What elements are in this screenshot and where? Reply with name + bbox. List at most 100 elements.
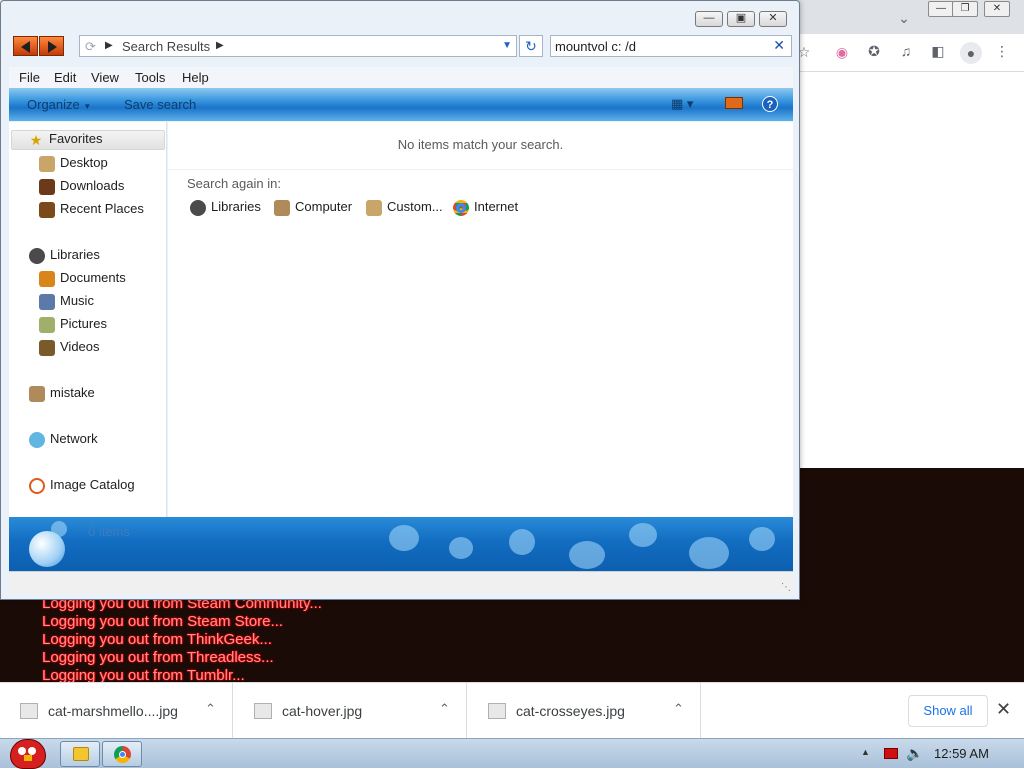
downloads-icon [39,178,55,195]
desktop-icon [39,155,55,172]
preview-pane-icon[interactable] [725,97,743,109]
nav-image-catalog[interactable]: Image Catalog [29,477,135,497]
tray-expand-icon[interactable]: ▲ [861,747,870,757]
file-list-area[interactable]: No items match your search. Search again… [168,122,793,517]
show-all-button[interactable]: Show all [908,695,988,727]
search-again-custom[interactable]: Custom... [366,199,443,217]
mistake-computer-icon [29,385,45,402]
explorer-folder-icon [73,747,89,761]
item-count: 0 items [88,524,130,539]
volume-icon[interactable]: 🔈 [906,745,923,762]
browser-restore-button[interactable]: ❐ [952,1,978,17]
extensions-puzzle-icon[interactable]: ✪ [864,43,884,59]
bubble-decoration [629,523,657,547]
details-pane: 0 items [9,517,793,571]
nav-videos[interactable]: Videos [39,339,100,359]
taskbar-explorer-button[interactable] [60,741,100,767]
nav-documents[interactable]: Documents [39,270,126,290]
clock[interactable]: 12:59 AM [934,746,989,761]
bubble-decoration [389,525,419,551]
nav-music[interactable]: Music [39,293,94,313]
menu-edit[interactable]: Edit [54,70,76,85]
no-items-message: No items match your search. [168,122,793,170]
nav-mistake[interactable]: mistake [29,385,95,405]
minimize-button[interactable]: — [695,11,723,27]
search-again-label-text: Custom... [387,199,443,214]
refresh-button[interactable]: ↻ [519,35,543,57]
search-again-computer[interactable]: Computer [274,199,352,217]
bubble-decoration [569,541,605,569]
navigation-buttons [13,36,64,56]
nav-downloads[interactable]: Downloads [39,178,124,198]
recent-places-icon [39,201,55,218]
download-item[interactable]: cat-crosseyes.jpg ⌃ [468,683,701,739]
menu-help[interactable]: Help [182,70,209,85]
breadcrumb-arrow-icon[interactable]: ▶ [216,40,224,51]
menu-tools[interactable]: Tools [135,70,165,85]
organize-button[interactable]: Organize ▼ [27,97,91,112]
chevron-up-icon[interactable]: ⌃ [205,701,216,717]
browser-minimize-button[interactable]: — [928,1,954,17]
logout-log: Logging you out from Steam Community... … [42,595,442,685]
nav-label: mistake [50,385,95,400]
search-again-label-text: Libraries [211,199,261,214]
libraries-icon [190,199,206,216]
start-button-angry-bird-icon[interactable] [4,733,48,769]
close-shelf-icon[interactable]: ✕ [996,699,1011,720]
log-line: Logging you out from Steam Store... [42,613,283,630]
chevron-up-icon[interactable]: ⌃ [439,701,450,717]
nav-pictures[interactable]: Pictures [39,316,107,336]
nav-favorites[interactable]: ★ Favorites [11,130,165,150]
side-panel-icon[interactable]: ◧ [928,43,948,59]
help-icon[interactable]: ? [762,96,778,112]
nav-recent-places[interactable]: Recent Places [39,201,144,221]
image-file-icon [254,703,272,719]
nav-label: Desktop [60,155,108,170]
search-input[interactable] [555,38,765,54]
browser-close-button[interactable]: ✕ [984,1,1010,17]
navigation-pane: ★ Favorites Desktop Downloads Recent Plac… [9,122,167,517]
nav-label: Downloads [60,178,125,193]
search-box[interactable]: ✕ [550,35,792,57]
forward-button[interactable] [39,36,64,56]
nav-label: Pictures [60,316,107,331]
action-center-flag-icon[interactable] [884,748,898,759]
taskbar-chrome-button[interactable] [102,741,142,767]
search-spinner-icon: ⟳ [85,39,96,54]
save-search-button[interactable]: Save search [124,97,196,112]
nav-libraries[interactable]: Libraries [29,247,100,267]
search-again-libraries[interactable]: Libraries [190,199,261,217]
nav-network[interactable]: Network [29,431,98,451]
computer-icon [274,199,290,216]
download-item[interactable]: cat-hover.jpg ⌃ [234,683,467,739]
menu-view[interactable]: View [91,70,119,85]
image-file-icon [488,703,506,719]
explorer-window: — ▣ ✕ ⟳ ▶ Search Results ▶ ▼ ↻ ✕ File Ed… [0,0,800,600]
extension-flag-icon[interactable]: ◉ [832,44,852,60]
media-control-icon[interactable]: ♫ [896,43,916,59]
maximize-button[interactable]: ▣ [727,11,755,27]
address-dropdown-icon[interactable]: ▼ [502,40,512,51]
chevron-up-icon[interactable]: ⌃ [673,701,684,717]
bubble-decoration [509,529,535,555]
nav-desktop[interactable]: Desktop [39,155,108,175]
close-button[interactable]: ✕ [759,11,787,27]
clear-search-icon[interactable]: ✕ [773,37,785,54]
menu-file[interactable]: File [19,70,40,85]
nav-label: Image Catalog [50,477,135,492]
download-filename: cat-hover.jpg [282,703,363,719]
search-again-label-text: Computer [295,199,353,214]
address-bar[interactable]: ⟳ ▶ Search Results ▶ ▼ [79,35,517,57]
profile-avatar-icon[interactable]: ● [960,42,982,64]
status-bar: ⋱ [9,571,793,594]
back-button[interactable] [13,36,38,56]
breadcrumb-arrow-icon[interactable]: ▶ [105,40,113,51]
nav-label: Favorites [49,131,103,146]
download-item[interactable]: cat-marshmello....jpg ⌃ [0,683,233,739]
resize-grip-icon[interactable]: ⋱ [781,582,791,593]
search-again-internet[interactable]: Internet [453,199,518,217]
tab-search-chevron-icon[interactable]: ⌄ [894,10,914,26]
view-options-icon[interactable]: ▦ ▾ [671,96,693,112]
breadcrumb-search-results[interactable]: Search Results [122,39,210,54]
browser-menu-icon[interactable]: ⋮ [992,43,1012,59]
